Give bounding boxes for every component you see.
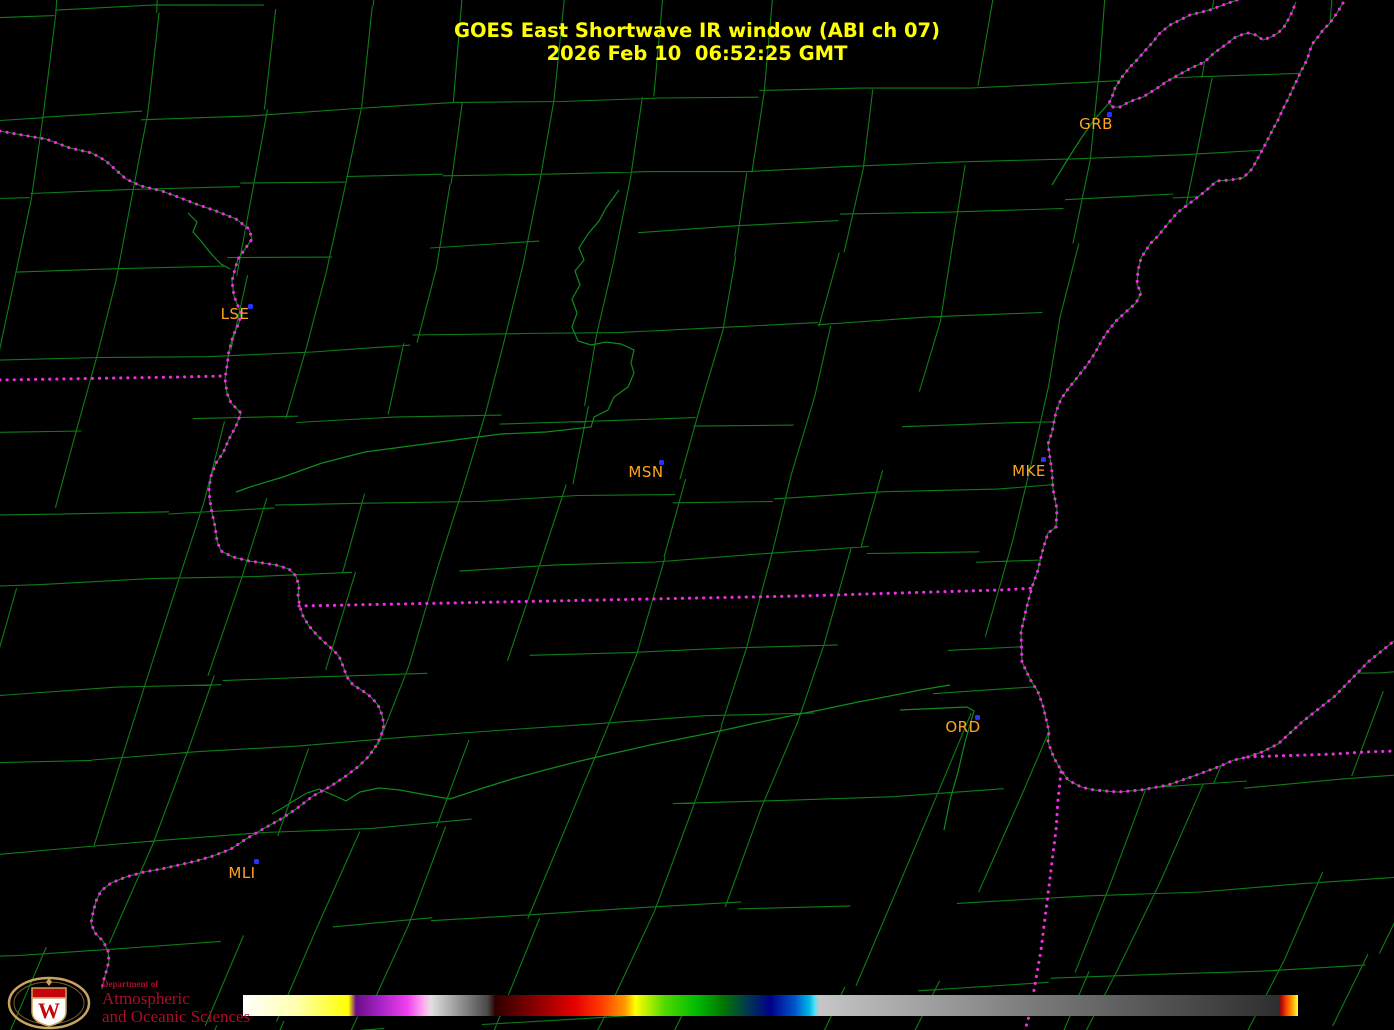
logo-line2: and Oceanic Sciences — [102, 1008, 250, 1026]
title-line2: 2026 Feb 10 06:52:25 GMT — [0, 42, 1394, 65]
station-label-MKE: MKE — [1012, 462, 1046, 480]
mississippi-river-border-green — [0, 131, 384, 989]
image-title: GOES East Shortwave IR window (ABI ch 07… — [0, 19, 1394, 65]
water-bodies — [1021, 0, 1394, 792]
logo-line1: Atmospheric — [102, 990, 250, 1008]
svg-text:W: W — [38, 998, 60, 1023]
colorbar — [243, 995, 1298, 1016]
station-label-LSE: LSE — [221, 305, 250, 323]
station-label-MSN: MSN — [628, 463, 663, 481]
lake-michigan-south-shore — [1248, 751, 1394, 757]
logo-text: Department of Atmospheric and Oceanic Sc… — [102, 980, 250, 1025]
il-in-border — [1025, 772, 1061, 1030]
wi-il-border — [299, 588, 1036, 606]
black-river — [188, 213, 230, 269]
station-label-GRB: GRB — [1079, 115, 1113, 133]
uw-crest-icon: W — [4, 976, 96, 1030]
station-label-ORD: ORD — [945, 718, 980, 736]
mississippi-river-border — [0, 131, 384, 989]
mn-ia-border — [0, 376, 224, 380]
uw-aos-logo: W Department of Atmospheric and Oceanic … — [4, 976, 250, 1030]
title-line1: GOES East Shortwave IR window (ABI ch 07… — [0, 19, 1394, 42]
satellite-map-screen: GOES East Shortwave IR window (ABI ch 07… — [0, 0, 1394, 1030]
station-label-MLI: MLI — [228, 864, 255, 882]
wisconsin-river — [236, 190, 634, 492]
lake-michigan — [1021, 0, 1394, 792]
map-canvas — [0, 0, 1394, 1030]
